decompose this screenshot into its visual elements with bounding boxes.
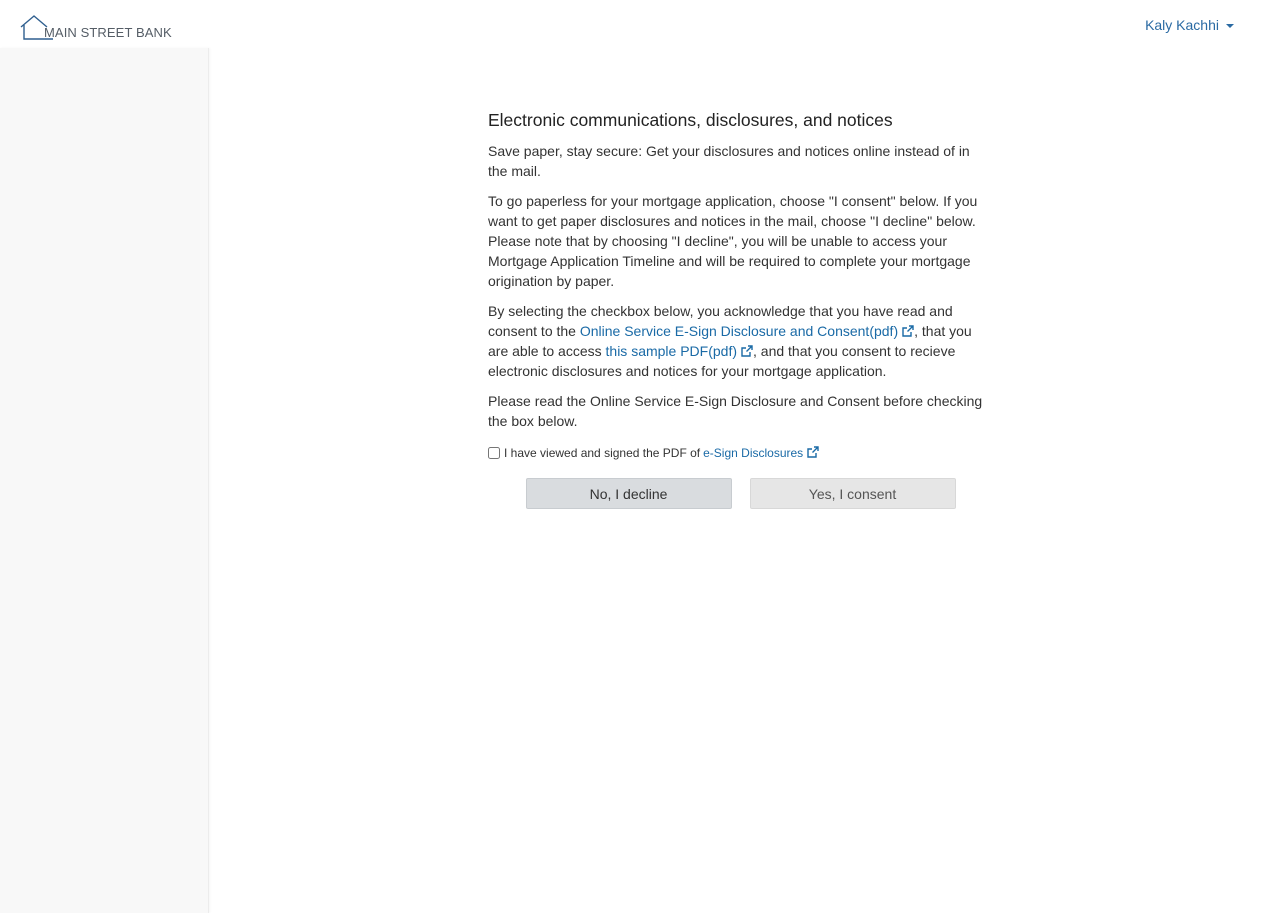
- bank-name: MAIN STREET BANK: [44, 25, 172, 40]
- esign-disclosures-link[interactable]: e-Sign Disclosures: [703, 443, 819, 463]
- user-menu-dropdown[interactable]: Kaly Kachhi: [1145, 17, 1234, 33]
- consent-button[interactable]: Yes, I consent: [749, 478, 956, 509]
- disclosure-panel: Electronic communications, disclosures, …: [488, 108, 993, 509]
- top-header: MAIN STREET BANK Kaly Kachhi: [0, 0, 1280, 48]
- intro-paragraph: Save paper, stay secure: Get your disclo…: [488, 143, 970, 179]
- sidebar: [0, 48, 209, 913]
- sample-pdf-link-label: this sample PDF(pdf): [605, 343, 737, 359]
- page-title: Electronic communications, disclosures, …: [488, 110, 893, 130]
- external-link-icon: [902, 325, 914, 337]
- decline-button[interactable]: No, I decline: [525, 478, 732, 509]
- external-link-icon: [741, 345, 753, 357]
- esign-disclosure-link-label: Online Service E-Sign Disclosure and Con…: [579, 323, 899, 339]
- checkbox-label: I have viewed and signed the PDF of: [504, 446, 701, 460]
- esign-disclosure-link[interactable]: Online Service E-Sign Disclosure and Con…: [580, 323, 914, 339]
- caret-down-icon: [1226, 23, 1234, 28]
- bank-logo[interactable]: MAIN STREET BANK: [19, 11, 172, 41]
- acknowledge-paragraph: By selecting the checkbox below, you ack…: [488, 301, 993, 381]
- esign-disclosures-link-label: e-Sign Disclosures: [703, 446, 804, 460]
- paperless-paragraph: To go paperless for your mortgage applic…: [488, 193, 978, 289]
- consent-checkbox-row: I have viewed and signed the PDF of e-Si…: [488, 443, 993, 463]
- external-link-icon: [807, 446, 819, 458]
- sample-pdf-link[interactable]: this sample PDF(pdf): [606, 343, 753, 359]
- action-buttons: No, I decline Yes, I consent: [488, 478, 993, 509]
- viewed-signed-checkbox[interactable]: [488, 447, 500, 459]
- user-name: Kaly Kachhi: [1145, 17, 1219, 33]
- read-before-paragraph: Please read the Online Service E-Sign Di…: [488, 393, 983, 429]
